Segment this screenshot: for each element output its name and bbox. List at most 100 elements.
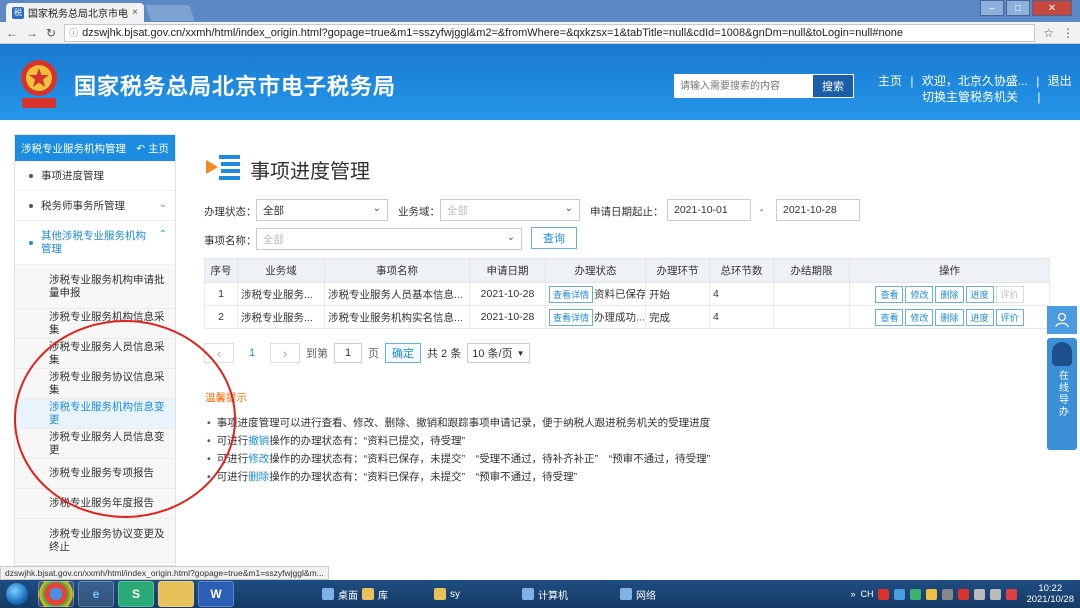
- tip-item: 事项进度管理可以进行查看、修改、删除、撤销和跟踪事项申请记录，便于纳税人跟进税务…: [207, 414, 711, 432]
- tip-item: 可进行撤销操作的办理状态有：“资料已提交，待受理”: [207, 432, 710, 450]
- view-detail-button[interactable]: 查看详情: [549, 308, 594, 326]
- sidebar-subitem[interactable]: 涉税专业服务协议信息采集: [15, 369, 175, 399]
- clock[interactable]: 10:22 2021/10/28: [1026, 583, 1074, 605]
- assistant-avatar-icon: [1052, 342, 1072, 366]
- search-input[interactable]: [674, 74, 812, 98]
- menu-icon[interactable]: ⋮: [1062, 26, 1074, 40]
- tip-text: 事项进度管理可以进行查看、修改、删除、撤销和跟踪事项申请记录，便于纳税人跟进税务…: [216, 417, 711, 429]
- user-icon[interactable]: [1047, 306, 1077, 334]
- cell-name: 涉税专业服务人员基本信息...: [324, 282, 470, 306]
- tray-app-icon[interactable]: [942, 588, 954, 600]
- view-detail-button[interactable]: 查看详情: [549, 285, 594, 303]
- column-header: 事项名称: [324, 258, 470, 283]
- view-button[interactable]: 查看: [875, 285, 904, 303]
- windows-logo-icon: [6, 583, 28, 605]
- search-button[interactable]: 搜索: [812, 74, 854, 98]
- volume-icon[interactable]: [974, 588, 986, 600]
- browser-tab[interactable]: 税 国家税务总局北京市电子 ×: [6, 3, 144, 22]
- sidebar-subitem-active[interactable]: 涉税专业服务机构信息变更: [15, 399, 175, 429]
- tip-item: 可进行删除操作的办理状态有：“资料已保存，未提交” “预审不通过，待受理”: [207, 468, 710, 486]
- bullet-icon: [29, 173, 33, 178]
- tip-text: 操作的办理状态有：“资料已提交，待受理”: [269, 435, 466, 447]
- minimize-icon[interactable]: –: [980, 0, 1004, 16]
- sidebar-subitem[interactable]: 涉税专业服务年度报告: [15, 489, 175, 519]
- help-icon[interactable]: [894, 588, 906, 600]
- sidebar-subitem[interactable]: 涉税专业服务协议变更及终止: [15, 519, 175, 563]
- tray-expand-icon[interactable]: »: [850, 589, 855, 599]
- online-guide-button[interactable]: 在线导办: [1047, 338, 1077, 450]
- chrome-icon[interactable]: [38, 581, 74, 607]
- language-indicator[interactable]: CH: [860, 589, 873, 599]
- url-input[interactable]: ⓘ dzswjhk.bjsat.gov.cn/xxmh/html/index_o…: [64, 23, 1036, 42]
- cell-status: 查看详情 资料已保存: [545, 282, 646, 306]
- name-select[interactable]: 全部 ⌄: [256, 228, 522, 250]
- edit-button[interactable]: 修改: [905, 308, 934, 326]
- edit-button[interactable]: 修改: [905, 285, 934, 303]
- switch-authority-link[interactable]: 切换主管税务机关: [922, 90, 1018, 104]
- home-link[interactable]: 主页: [878, 74, 902, 88]
- bookmark-star-icon[interactable]: ☆: [1043, 26, 1054, 40]
- date-to-input[interactable]: 2021-10-28: [776, 199, 860, 221]
- ime-icon[interactable]: [878, 588, 890, 600]
- delete-button[interactable]: 删除: [935, 285, 964, 303]
- address-bar: ← → ↻ ⓘ dzswjhk.bjsat.gov.cn/xxmh/html/i…: [0, 22, 1080, 44]
- logout-link[interactable]: 退出: [1048, 74, 1072, 88]
- rate-button[interactable]: 评价: [995, 308, 1024, 326]
- chevron-down-icon: ⌄: [506, 232, 515, 243]
- tab-close-icon[interactable]: ×: [132, 7, 138, 18]
- sidebar-subitem[interactable]: 涉税专业服务机构申请批量申报: [15, 265, 175, 309]
- tray-app-icon[interactable]: [926, 588, 938, 600]
- progress-button[interactable]: 进度: [965, 285, 994, 303]
- tray-app-icon[interactable]: [910, 588, 922, 600]
- progress-button[interactable]: 进度: [965, 308, 994, 326]
- sidebar-item-progress[interactable]: 事项进度管理: [15, 161, 175, 191]
- sidebar-item-other-agencies[interactable]: 其他涉税专业服务机构管理 ⌃: [15, 221, 175, 265]
- current-page[interactable]: 1: [240, 347, 264, 359]
- back-icon[interactable]: ←: [6, 26, 18, 40]
- computer-icon: [522, 588, 534, 600]
- prev-page-button[interactable]: ‹: [204, 343, 234, 363]
- taskbar-item[interactable]: 网络: [612, 581, 664, 607]
- caret-down-icon: ▼: [516, 348, 525, 358]
- start-button[interactable]: [0, 581, 34, 607]
- word-icon[interactable]: W: [198, 581, 234, 607]
- domain-select[interactable]: 全部 ⌄: [440, 199, 580, 221]
- sidebar-home-button[interactable]: ↶ 主页: [136, 141, 169, 156]
- ie-icon[interactable]: e: [78, 581, 114, 607]
- rate-button[interactable]: 评价: [995, 285, 1024, 303]
- taskbar-item-label: 计算机: [538, 590, 568, 602]
- next-page-button[interactable]: ›: [270, 343, 300, 363]
- goto-confirm-button[interactable]: 确定: [385, 343, 421, 363]
- taskbar-item[interactable]: sy: [426, 581, 468, 607]
- forward-icon[interactable]: →: [26, 26, 38, 40]
- new-tab-button[interactable]: [145, 5, 195, 21]
- delete-button[interactable]: 删除: [935, 308, 964, 326]
- column-header: 序号: [204, 258, 238, 283]
- taskbar-item[interactable]: 桌面 库: [314, 581, 396, 607]
- view-button[interactable]: 查看: [875, 308, 904, 326]
- sidebar-subitem[interactable]: 涉税专业服务专项报告: [15, 459, 175, 489]
- window-close-icon[interactable]: ✕: [1032, 0, 1072, 16]
- sidebar-subitem[interactable]: 涉税专业服务人员信息变更: [15, 429, 175, 459]
- app-s-icon[interactable]: S: [118, 581, 154, 607]
- info-icon[interactable]: ⓘ: [69, 26, 78, 39]
- maximize-icon[interactable]: □: [1006, 0, 1030, 16]
- page-size-select[interactable]: 10 条/页 ▼: [467, 343, 530, 363]
- date-from-input[interactable]: 2021-10-01: [667, 199, 751, 221]
- goto-page-input[interactable]: 1: [334, 343, 362, 363]
- sidebar: 涉税专业服务机构管理 ↶ 主页 事项进度管理 税务师事务所管理 ⌄ 其他涉税专业…: [14, 134, 176, 566]
- sidebar-subitem[interactable]: 涉税专业服务人员信息采集: [15, 339, 175, 369]
- reload-icon[interactable]: ↻: [46, 26, 56, 40]
- return-icon: ↶: [136, 142, 146, 155]
- sidebar-item-tax-firm[interactable]: 税务师事务所管理 ⌄: [15, 191, 175, 221]
- tray-app-icon[interactable]: [958, 588, 970, 600]
- status-select[interactable]: 全部 ⌄: [256, 199, 388, 221]
- online-guide-widget[interactable]: 在线导办: [1047, 306, 1077, 451]
- total-count: 共 2 条: [427, 348, 462, 360]
- network-status-icon[interactable]: [990, 588, 1002, 600]
- folder-icon[interactable]: [158, 581, 194, 607]
- flag-icon[interactable]: [1006, 588, 1018, 600]
- taskbar-item[interactable]: 计算机: [514, 581, 576, 607]
- query-button[interactable]: 查询: [531, 227, 577, 249]
- sidebar-subitem[interactable]: 涉税专业服务机构信息采集: [15, 309, 175, 339]
